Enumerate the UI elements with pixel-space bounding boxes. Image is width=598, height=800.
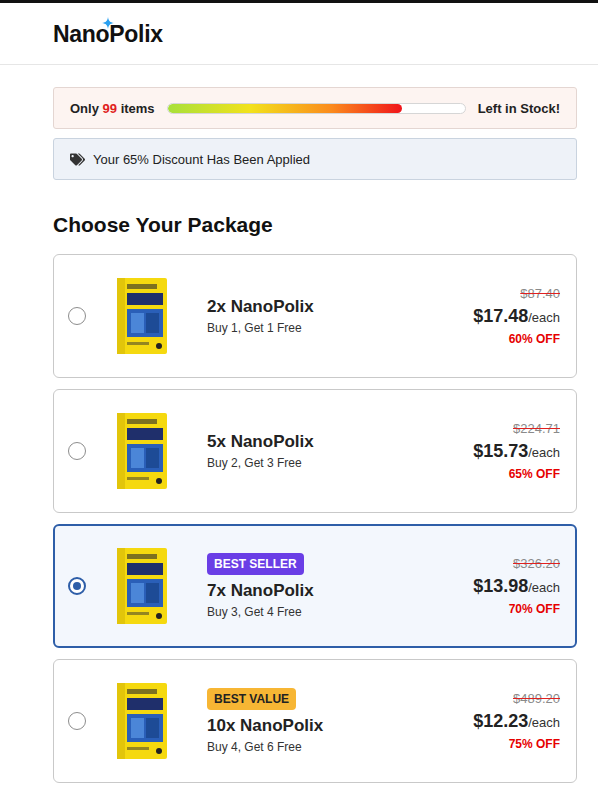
- header: NanoPolix: [0, 3, 598, 65]
- price-block: $87.40 $17.48/each 60% OFF: [473, 286, 560, 346]
- discount-label: 75% OFF: [509, 737, 560, 751]
- original-price: $489.20: [513, 691, 560, 706]
- price-block: $489.20 $12.23/each 75% OFF: [473, 691, 560, 751]
- original-price: $326.20: [513, 556, 560, 571]
- discount-label: 65% OFF: [509, 467, 560, 481]
- package-title: 2x NanoPolix: [207, 297, 314, 317]
- package-radio[interactable]: [68, 712, 86, 730]
- package-card[interactable]: BEST SELLER 7x NanoPolix Buy 3, Get 4 Free…: [53, 524, 577, 648]
- stock-track: [167, 103, 466, 114]
- product-image: [111, 681, 173, 761]
- package-badge: BEST VALUE: [207, 688, 296, 710]
- package-badge: BEST SELLER: [207, 553, 304, 575]
- price-unit: /each: [528, 310, 560, 325]
- package-title: 10x NanoPolix: [207, 716, 323, 736]
- original-price: $87.40: [520, 286, 560, 301]
- discount-text: Your 65% Discount Has Been Applied: [93, 152, 310, 167]
- stock-label: Left in Stock!: [478, 101, 560, 116]
- price-unit: /each: [528, 580, 560, 595]
- price-row: $13.98/each: [473, 576, 560, 597]
- package-card[interactable]: 5x NanoPolix Buy 2, Get 3 Free $224.71 $15.…: [53, 389, 577, 513]
- price: $12.23: [473, 711, 528, 732]
- price: $17.48: [473, 306, 528, 327]
- stock-bar: Only 99 items Left in Stock!: [53, 87, 577, 129]
- package-offer: Buy 2, Get 3 Free: [207, 456, 302, 470]
- package-card[interactable]: 2x NanoPolix Buy 1, Get 1 Free $87.40 $17.4…: [53, 254, 577, 378]
- package-card[interactable]: BEST VALUE 10x NanoPolix Buy 4, Get 6 Free…: [53, 659, 577, 783]
- original-price: $224.71: [513, 421, 560, 436]
- discount-notice: Your 65% Discount Has Been Applied: [53, 138, 577, 180]
- price: $13.98: [473, 576, 528, 597]
- radio-dot: [73, 582, 81, 590]
- logo[interactable]: NanoPolix: [53, 19, 163, 48]
- package-radio[interactable]: [68, 307, 86, 325]
- section-heading: Choose Your Package: [53, 213, 577, 237]
- package-radio[interactable]: [68, 442, 86, 460]
- package-info: BEST SELLER 7x NanoPolix Buy 3, Get 4 Free: [207, 553, 473, 619]
- product-image: [111, 411, 173, 491]
- discount-label: 60% OFF: [509, 332, 560, 346]
- package-offer: Buy 3, Get 4 Free: [207, 605, 302, 619]
- package-radio[interactable]: [68, 577, 86, 595]
- package-offer: Buy 4, Get 6 Free: [207, 740, 302, 754]
- page: NanoPolix Only 99 items Left in Stock! Your…: [0, 0, 598, 800]
- package-info: BEST VALUE 10x NanoPolix Buy 4, Get 6 Free: [207, 688, 473, 754]
- price-row: $12.23/each: [473, 711, 560, 732]
- price-row: $15.73/each: [473, 441, 560, 462]
- price-unit: /each: [528, 715, 560, 730]
- stock-count: Only 99 items: [70, 101, 155, 116]
- package-title: 7x NanoPolix: [207, 581, 314, 601]
- package-offer: Buy 1, Get 1 Free: [207, 321, 302, 335]
- product-image: [111, 546, 173, 626]
- package-list: 2x NanoPolix Buy 1, Get 1 Free $87.40 $17.4…: [53, 254, 577, 783]
- package-info: 2x NanoPolix Buy 1, Get 1 Free: [207, 297, 473, 335]
- price: $15.73: [473, 441, 528, 462]
- stock-fill: [168, 104, 403, 113]
- price-unit: /each: [528, 445, 560, 460]
- product-image: [111, 276, 173, 356]
- price-block: $326.20 $13.98/each 70% OFF: [473, 556, 560, 616]
- tag-icon: [70, 152, 85, 167]
- price-row: $17.48/each: [473, 306, 560, 327]
- package-title: 5x NanoPolix: [207, 432, 314, 452]
- sparkle-icon: [102, 17, 114, 29]
- price-block: $224.71 $15.73/each 65% OFF: [473, 421, 560, 481]
- package-info: 5x NanoPolix Buy 2, Get 3 Free: [207, 432, 473, 470]
- discount-label: 70% OFF: [509, 602, 560, 616]
- main: Only 99 items Left in Stock! Your 65% Disc…: [0, 65, 598, 783]
